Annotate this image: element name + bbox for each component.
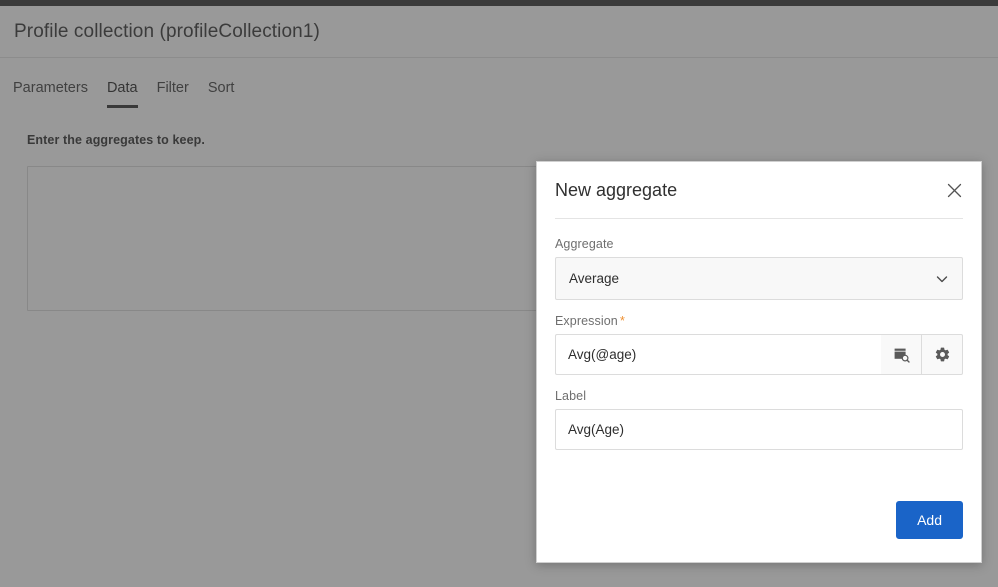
required-asterisk: * xyxy=(619,313,626,328)
gear-icon[interactable] xyxy=(922,334,963,375)
label-input[interactable] xyxy=(555,409,963,450)
expression-input-row xyxy=(555,334,963,375)
expression-input[interactable] xyxy=(555,334,881,375)
expression-label-text: Expression xyxy=(555,314,618,328)
aggregate-field-label: Aggregate xyxy=(555,237,614,251)
new-aggregate-dialog: New aggregate Aggregate Average Expressi… xyxy=(536,161,982,563)
aggregate-field: Aggregate Average xyxy=(555,237,963,300)
expression-field: Expression * xyxy=(555,314,963,375)
label-field: Label xyxy=(555,389,963,450)
aggregate-select[interactable]: Average xyxy=(555,257,963,300)
close-icon[interactable] xyxy=(940,176,968,204)
chevron-down-icon xyxy=(934,271,950,287)
label-field-label: Label xyxy=(555,389,587,403)
dialog-footer: Add xyxy=(537,478,981,562)
expression-field-label: Expression * xyxy=(555,314,963,328)
browse-data-icon[interactable] xyxy=(881,334,922,375)
aggregate-select-value: Average xyxy=(569,271,620,286)
dialog-body: Aggregate Average Expression * Avg(@age)… xyxy=(537,219,981,450)
dialog-title: New aggregate xyxy=(555,179,678,200)
add-button[interactable]: Add xyxy=(896,501,963,539)
dialog-header: New aggregate xyxy=(537,162,981,218)
